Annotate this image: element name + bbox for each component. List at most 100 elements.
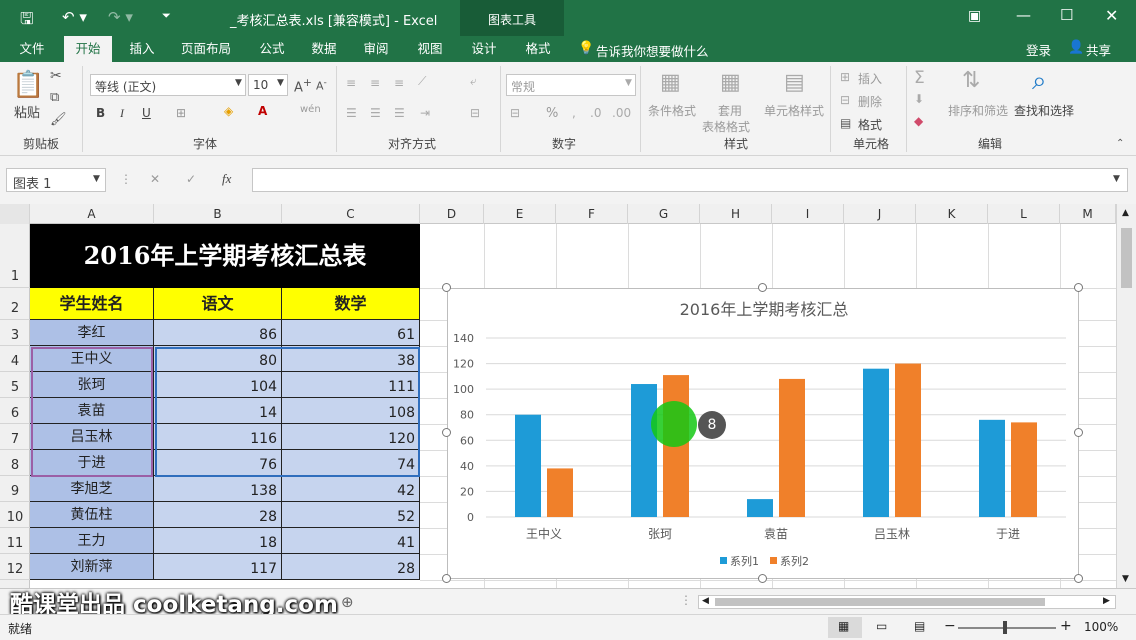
cell-styles-icon[interactable]: ▤ xyxy=(784,70,805,95)
horizontal-scrollbar[interactable]: ◀ ▶ xyxy=(698,595,1116,609)
row-header-6[interactable]: 6 xyxy=(0,398,30,424)
column-header-l[interactable]: L xyxy=(988,204,1060,224)
tab-home[interactable]: 开始 xyxy=(64,36,112,62)
font-name-select[interactable]: 等线 (正文) ▼ xyxy=(90,74,246,96)
orientation-icon[interactable]: ⟋ xyxy=(418,74,426,89)
chinese-score-cell[interactable]: 138 xyxy=(154,476,282,502)
underline-button[interactable]: U xyxy=(142,106,151,120)
column-header-e[interactable]: E xyxy=(484,204,556,224)
row-header-10[interactable]: 10 xyxy=(0,502,30,528)
cell-styles-button[interactable]: 单元格样式 xyxy=(764,102,824,119)
zoom-slider[interactable] xyxy=(958,627,1056,629)
column-header-c[interactable]: C xyxy=(282,204,420,224)
column-header-g[interactable]: G xyxy=(628,204,700,224)
column-header-b[interactable]: B xyxy=(154,204,282,224)
normal-view-button[interactable]: ▦ xyxy=(828,617,862,638)
tab-page-layout[interactable]: 页面布局 xyxy=(174,36,238,62)
tab-review[interactable]: 审阅 xyxy=(354,36,398,62)
column-header-i[interactable]: I xyxy=(772,204,844,224)
save-icon[interactable]: 🖫 xyxy=(20,8,34,35)
tab-view[interactable]: 视图 xyxy=(408,36,452,62)
align-right-icon[interactable]: ☰ xyxy=(394,106,405,120)
math-score-cell[interactable]: 42 xyxy=(282,476,420,502)
insert-cells-icon[interactable]: ⊞ xyxy=(840,70,850,84)
customize-qat-icon[interactable]: ⏷ xyxy=(162,9,171,23)
sheet-title-cell[interactable]: 2016年上学期考核汇总表 xyxy=(30,224,420,288)
zoom-slider-thumb[interactable] xyxy=(1003,621,1007,634)
tab-format[interactable]: 格式 xyxy=(516,36,560,62)
delete-cells-button[interactable]: 删除 xyxy=(858,93,882,110)
resize-handle-top-left[interactable] xyxy=(442,283,451,292)
redo-icon[interactable]: ↷ ▾ xyxy=(108,8,133,26)
tab-data[interactable]: 数据 xyxy=(302,36,346,62)
add-sheet-icon[interactable]: ⊕ xyxy=(341,593,354,611)
fill-icon[interactable]: ⬇ xyxy=(914,92,924,106)
scroll-down-icon[interactable]: ▼ xyxy=(1122,574,1129,584)
column-header-j[interactable]: J xyxy=(844,204,916,224)
chinese-score-cell[interactable]: 18 xyxy=(154,528,282,554)
column-header-d[interactable]: D xyxy=(420,204,484,224)
close-icon[interactable]: ✕ xyxy=(1105,6,1118,25)
share-icon[interactable]: 👤 xyxy=(1068,40,1084,55)
name-cell[interactable]: 王力 xyxy=(30,528,154,554)
find-select-button[interactable]: 查找和选择 xyxy=(1014,102,1074,119)
row-header-4[interactable]: 4 xyxy=(0,346,30,372)
column-header-m[interactable]: M xyxy=(1060,204,1116,224)
autosum-icon[interactable]: Σ xyxy=(914,68,925,88)
row-header-12[interactable]: 12 xyxy=(0,554,30,580)
vertical-scrollbar[interactable]: ▲ ▼ xyxy=(1116,204,1136,588)
clear-icon[interactable]: ◆ xyxy=(914,114,923,128)
row-header-2[interactable]: 2 xyxy=(0,288,30,320)
column-header-f[interactable]: F xyxy=(556,204,628,224)
accounting-icon[interactable]: ⊟ xyxy=(510,106,520,120)
grow-font-icon[interactable]: A+ xyxy=(294,76,312,95)
row-header-8[interactable]: 8 xyxy=(0,450,30,476)
page-layout-view-icon[interactable]: ▭ xyxy=(876,619,887,633)
header-cell-math[interactable]: 数学 xyxy=(282,288,420,320)
tab-insert[interactable]: 插入 xyxy=(120,36,164,62)
ribbon-display-icon[interactable]: ▣ xyxy=(968,8,981,24)
scroll-left-icon[interactable]: ◀ xyxy=(702,596,709,606)
column-header-a[interactable]: A xyxy=(30,204,154,224)
name-box[interactable]: 图表 1 ▼ xyxy=(6,168,106,192)
zoom-level[interactable]: 100% xyxy=(1084,620,1118,634)
math-score-cell[interactable]: 52 xyxy=(282,502,420,528)
italic-button[interactable]: I xyxy=(120,106,124,121)
align-bottom-icon[interactable]: ≡ xyxy=(394,76,404,90)
format-cells-button[interactable]: 格式 xyxy=(858,116,882,133)
math-score-cell[interactable]: 41 xyxy=(282,528,420,554)
resize-handle-bottom-left[interactable] xyxy=(442,574,451,583)
chinese-score-cell[interactable]: 86 xyxy=(154,320,282,346)
chart-area[interactable]: 2016年上学期考核汇总 0 20 40 60 80 100 120 140 王中义 张珂 袁苗 吕玉林… xyxy=(447,288,1079,579)
paste-icon[interactable]: 📋 xyxy=(12,70,44,100)
cancel-icon[interactable]: ✕ xyxy=(150,172,160,186)
resize-handle-bottom-right[interactable] xyxy=(1074,574,1083,583)
login-link[interactable]: 登录 xyxy=(1026,40,1051,59)
wrap-text-icon[interactable]: ⤶ xyxy=(470,74,477,89)
resize-handle-left[interactable] xyxy=(442,428,451,437)
name-cell[interactable]: 黄伍柱 xyxy=(30,502,154,528)
copy-icon[interactable]: ⧉ xyxy=(50,90,59,105)
font-color-icon[interactable]: A xyxy=(258,104,267,118)
row-header-3[interactable]: 3 xyxy=(0,320,30,346)
decrease-decimal-icon[interactable]: .00 xyxy=(612,106,631,120)
expand-formula-icon[interactable]: ▼ xyxy=(1113,174,1120,184)
find-select-icon[interactable]: ⌕ xyxy=(1032,66,1047,97)
name-cell[interactable]: 刘新萍 xyxy=(30,554,154,580)
table-format-button-1[interactable]: 套用 xyxy=(718,102,742,119)
vertical-scroll-thumb[interactable] xyxy=(1121,228,1132,288)
format-painter-icon[interactable]: 🖌 xyxy=(50,112,67,127)
resize-handle-top[interactable] xyxy=(758,283,767,292)
insert-cells-button[interactable]: 插入 xyxy=(858,70,882,87)
chinese-score-cell[interactable]: 28 xyxy=(154,502,282,528)
row-header-11[interactable]: 11 xyxy=(0,528,30,554)
align-center-icon[interactable]: ☰ xyxy=(370,106,381,120)
percent-button[interactable]: % xyxy=(546,106,558,121)
sort-filter-button[interactable]: 排序和筛选 xyxy=(948,102,1008,119)
format-cells-icon[interactable]: ▤ xyxy=(840,116,851,130)
column-header-k[interactable]: K xyxy=(916,204,988,224)
insert-function-button[interactable]: fx xyxy=(222,171,231,187)
table-format-icon[interactable]: ▦ xyxy=(720,70,741,95)
column-header-h[interactable]: H xyxy=(700,204,772,224)
zoom-in-button[interactable]: + xyxy=(1060,618,1072,634)
